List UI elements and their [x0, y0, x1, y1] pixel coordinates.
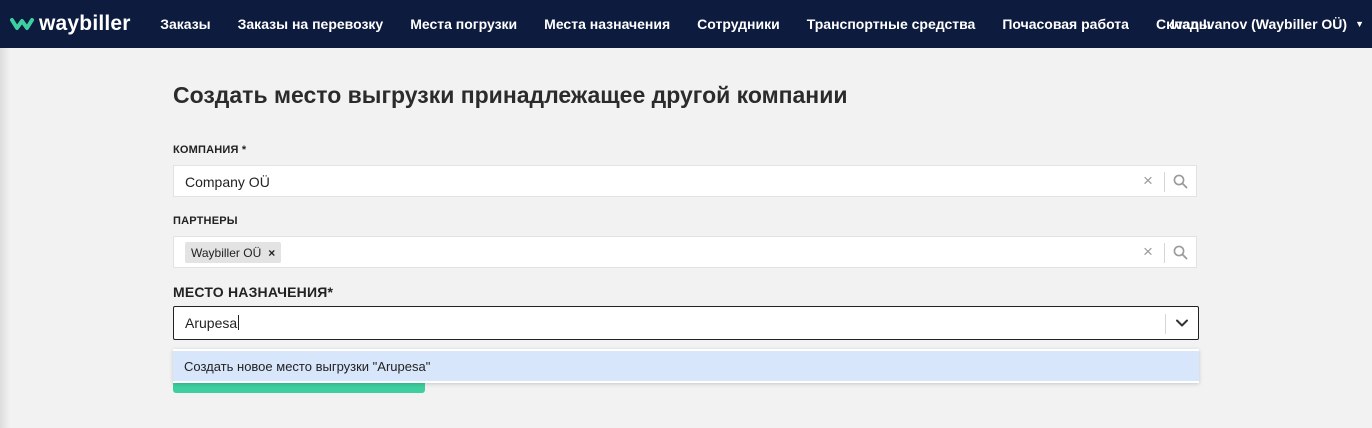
partners-label: ПАРТНЕРЫ: [173, 215, 238, 227]
tag-remove-icon[interactable]: ×: [268, 246, 275, 260]
company-field[interactable]: Company OÜ ×: [173, 165, 1197, 197]
user-menu[interactable]: Ivan Ivanov (Waybiller OÜ) ▼: [1171, 0, 1364, 48]
field-separator: [1164, 243, 1165, 263]
company-value: Company OÜ: [185, 174, 270, 190]
nav-item-hourly-work[interactable]: Почасовая работа: [1002, 16, 1129, 32]
nav-item-employees[interactable]: Сотрудники: [697, 16, 780, 32]
close-icon[interactable]: ×: [1140, 243, 1156, 261]
field-separator: [1165, 314, 1166, 334]
required-mark: *: [241, 144, 247, 156]
nav-item-destinations[interactable]: Места назначения: [544, 16, 670, 32]
destination-input-value[interactable]: Arupesa: [185, 315, 240, 331]
save-button[interactable]: [173, 383, 425, 393]
destination-text: Arupesa: [185, 315, 238, 331]
text-cursor: [238, 315, 240, 330]
search-icon[interactable]: [1173, 245, 1188, 260]
page-title: Создать место выгрузки принадлежащее дру…: [173, 82, 848, 108]
partner-tag: Waybiller OÜ ×: [185, 242, 282, 263]
destination-dropdown-menu: Создать новое место выгрузки "Arupesa": [173, 349, 1199, 383]
waybiller-logo[interactable]: waybiller: [10, 12, 131, 36]
destination-select[interactable]: Arupesa: [173, 306, 1199, 340]
user-name: Ivan Ivanov (Waybiller OÜ): [1170, 16, 1348, 32]
waybiller-logo-icon: [10, 18, 34, 30]
company-label-text: КОМПАНИЯ: [173, 144, 239, 156]
company-label: КОМПАНИЯ *: [173, 144, 246, 156]
partners-field[interactable]: Waybiller OÜ × ×: [173, 236, 1197, 268]
logo-text: waybiller: [39, 12, 131, 35]
left-edge-shadow: [0, 48, 10, 428]
field-separator: [1164, 172, 1165, 192]
create-new-destination-option[interactable]: Создать новое место выгрузки "Arupesa": [173, 351, 1199, 381]
top-navbar: waybiller Заказы Заказы на перевозку Мес…: [0, 0, 1372, 48]
nav-item-orders[interactable]: Заказы: [160, 16, 210, 32]
nav-item-loading-places[interactable]: Места погрузки: [410, 16, 517, 32]
destination-label: МЕСТО НАЗНАЧЕНИЯ*: [173, 284, 334, 300]
nav-item-transport-orders[interactable]: Заказы на перевозку: [238, 16, 384, 32]
search-icon[interactable]: [1173, 174, 1188, 189]
nav-item-vehicles[interactable]: Транспортные средства: [807, 16, 976, 32]
close-icon[interactable]: ×: [1140, 172, 1156, 190]
chevron-down-icon[interactable]: [1175, 316, 1189, 330]
caret-down-icon: ▼: [1355, 19, 1364, 29]
partner-tag-label: Waybiller OÜ: [191, 245, 262, 260]
